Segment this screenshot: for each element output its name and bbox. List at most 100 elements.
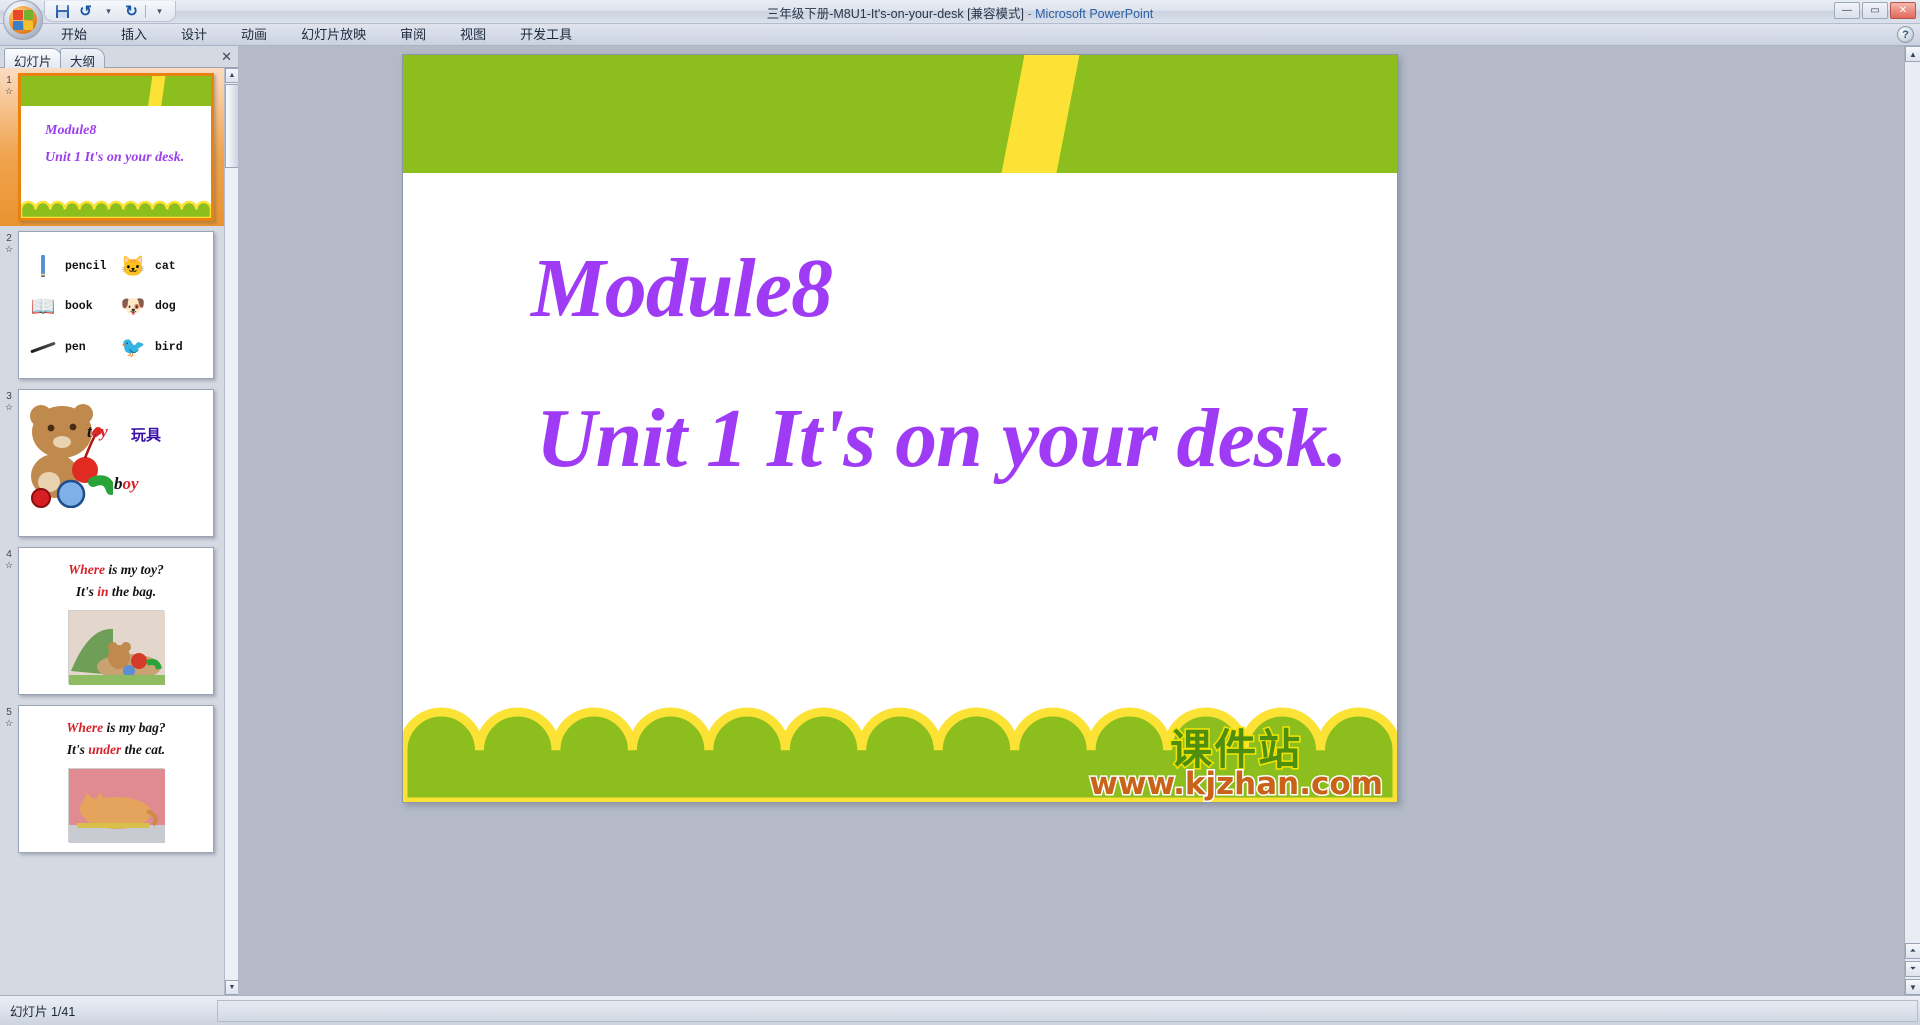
current-slide[interactable]: Module8 Unit 1 It's on your desk. 课件站 ww…: [402, 54, 1398, 803]
slide-list-scrollbar[interactable]: ▲ ▼: [224, 68, 239, 995]
vocab-item: 🐦 bird: [119, 335, 209, 361]
status-bar: 幻灯片 1/41: [0, 995, 1920, 1025]
bird-icon: 🐦: [120, 337, 146, 360]
window-controls: — ▭ ✕: [1834, 2, 1916, 19]
slide-index-label: 3: [6, 391, 12, 402]
application-name: Microsoft PowerPoint: [1035, 7, 1154, 21]
ribbon-tab-0[interactable]: 开始: [44, 24, 104, 46]
thumb-illustration: [68, 768, 165, 843]
stage-scroll-up-icon[interactable]: ▲: [1905, 46, 1920, 62]
slide-index-label: 2: [6, 233, 12, 244]
slide-number-4: 4 ☆: [0, 547, 18, 571]
vocab-word: pencil: [65, 259, 107, 273]
office-button[interactable]: [3, 0, 43, 40]
window-title: 三年级下册-M8U1-It's-on-your-desk [兼容模式] - Mi…: [0, 3, 1920, 22]
slide-thumbnail-3[interactable]: 3 ☆ toy 玩具 boy: [0, 384, 224, 542]
thumb-scallop: [21, 196, 211, 218]
slide-index-label: 5: [6, 707, 12, 718]
yellow-stripe-decoration: [994, 55, 1084, 173]
scrollbar-thumb[interactable]: [225, 84, 239, 168]
minimize-button[interactable]: —: [1834, 2, 1860, 19]
next-slide-icon[interactable]: ⏷: [1905, 961, 1920, 977]
slide-thumbnail-2[interactable]: 2 ☆ pencil 🐱 cat 📖 book 🐶 dog pen 🐦 bird: [0, 226, 224, 384]
ribbon-tab-4[interactable]: 幻灯片放映: [284, 24, 383, 46]
document-title: 三年级下册-M8U1-It's-on-your-desk [兼容模式]: [766, 7, 1025, 21]
thumb-sentence-2: It's under the cat.: [66, 742, 166, 757]
slide-number-3: 3 ☆: [0, 389, 18, 413]
vocab-item: pencil: [29, 253, 119, 279]
slide-thumbnail-1[interactable]: 1 ☆ Module8 Unit 1 It's on your desk.: [0, 68, 224, 226]
title-separator: -: [1024, 7, 1036, 21]
animation-star-icon: ☆: [4, 402, 14, 412]
stage-scroll-down-icon[interactable]: ▼: [1905, 979, 1920, 995]
thumb-yellow-stripe: [147, 76, 167, 106]
slide-thumbnail-5[interactable]: 5 ☆ Where is my bag? It's under the cat.: [0, 700, 224, 858]
thumbnail-canvas[interactable]: pencil 🐱 cat 📖 book 🐶 dog pen 🐦 bird: [18, 231, 214, 379]
animation-star-icon: ☆: [4, 244, 14, 254]
vocab-item: pen: [29, 335, 119, 361]
ribbon-tab-5[interactable]: 审阅: [383, 24, 443, 46]
thumb-sentence-2: It's in the bag.: [75, 584, 157, 599]
title-bar: ↺ ▾ ↻ ▾ 三年级下册-M8U1-It's-on-your-desk [兼容…: [0, 0, 1920, 40]
close-pane-icon[interactable]: ✕: [221, 49, 232, 65]
vocab-item: 🐱 cat: [119, 253, 209, 279]
watermark: 课件站 www.kjzhan.com: [1088, 725, 1385, 801]
slide-title-line-1[interactable]: Module8: [531, 240, 833, 337]
thumbnail-canvas[interactable]: toy 玩具 boy: [18, 389, 214, 537]
pen-icon: [30, 341, 56, 354]
tab-outline[interactable]: 大纲: [60, 48, 106, 69]
previous-slide-icon[interactable]: ⏶: [1905, 943, 1920, 959]
slide-thumbnail-4[interactable]: 4 ☆ Where is my toy? It's in the bag.: [0, 542, 224, 700]
thumb-word-boy: boy: [114, 474, 139, 493]
office-logo-icon: [9, 6, 37, 34]
thumb-word-toy: toy: [87, 422, 108, 441]
slide-header-band: [403, 55, 1397, 173]
vocab-word: book: [65, 300, 93, 314]
thumbnail-canvas[interactable]: Module8 Unit 1 It's on your desk.: [18, 73, 214, 221]
scroll-down-icon[interactable]: ▼: [225, 980, 239, 995]
teddy-bear-illustration: [30, 404, 113, 508]
watermark-chinese-text: 课件站: [1169, 725, 1303, 774]
slides-pane: 幻灯片 大纲 ✕ 1 ☆ Module8 Unit 1 It's on your de…: [0, 46, 239, 995]
ribbon-tab-6[interactable]: 视图: [443, 24, 503, 46]
slide-title-line-2[interactable]: Unit 1 It's on your desk.: [536, 390, 1347, 487]
thumb-sentence-1: Where is my toy?: [68, 562, 164, 577]
vocab-word: dog: [155, 300, 176, 314]
maximize-button[interactable]: ▭: [1862, 2, 1888, 19]
thumbnail-canvas[interactable]: Where is my bag? It's under the cat.: [18, 705, 214, 853]
slides-pane-tabs: 幻灯片 大纲 ✕: [0, 46, 238, 69]
thumbnail-canvas[interactable]: Where is my toy? It's in the bag.: [18, 547, 214, 695]
tab-slides[interactable]: 幻灯片: [4, 48, 62, 69]
thumb-sentence-1: Where is my bag?: [66, 720, 166, 735]
slide-index-label: 1: [6, 75, 12, 86]
ribbon-tab-1[interactable]: 插入: [104, 24, 164, 46]
slide-number-2: 2 ☆: [0, 231, 18, 255]
ribbon-tab-2[interactable]: 设计: [164, 24, 224, 46]
ribbon-tabs: 开始 插入 设计 动画 幻灯片放映 审阅 视图 开发工具: [44, 24, 589, 46]
thumb-illustration: [68, 610, 165, 685]
scroll-up-icon[interactable]: ▲: [225, 68, 239, 83]
vocab-grid: pencil 🐱 cat 📖 book 🐶 dog pen 🐦 bird: [19, 232, 213, 378]
book-icon: 📖: [30, 296, 56, 319]
pencil-icon: [41, 255, 45, 278]
help-button[interactable]: ?: [1897, 26, 1914, 43]
stage-scrollbar[interactable]: ▲ ⏶ ⏷ ▼: [1904, 46, 1920, 995]
status-bar-field: [217, 999, 1918, 1022]
close-button[interactable]: ✕: [1890, 2, 1916, 19]
ribbon-tab-7[interactable]: 开发工具: [503, 24, 589, 46]
thumb-word-toy-cn: 玩具: [131, 427, 162, 444]
vocab-word: pen: [65, 341, 86, 355]
thumb-green-band: [21, 76, 211, 106]
slide-number-5: 5 ☆: [0, 705, 18, 729]
vocab-item: 🐶 dog: [119, 294, 209, 320]
cat-icon: 🐱: [120, 255, 146, 278]
vocab-word: bird: [155, 341, 183, 355]
slide-counter: 幻灯片 1/41: [10, 1005, 76, 1019]
thumb-title-line-1: Module8: [45, 123, 97, 138]
animation-star-icon: ☆: [4, 86, 14, 96]
vocab-word: cat: [155, 259, 176, 273]
slide-thumbnail-list[interactable]: 1 ☆ Module8 Unit 1 It's on your desk. 2 ☆ penc…: [0, 68, 224, 995]
animation-star-icon: ☆: [4, 560, 14, 570]
dog-icon: 🐶: [120, 296, 146, 319]
ribbon-tab-3[interactable]: 动画: [224, 24, 284, 46]
